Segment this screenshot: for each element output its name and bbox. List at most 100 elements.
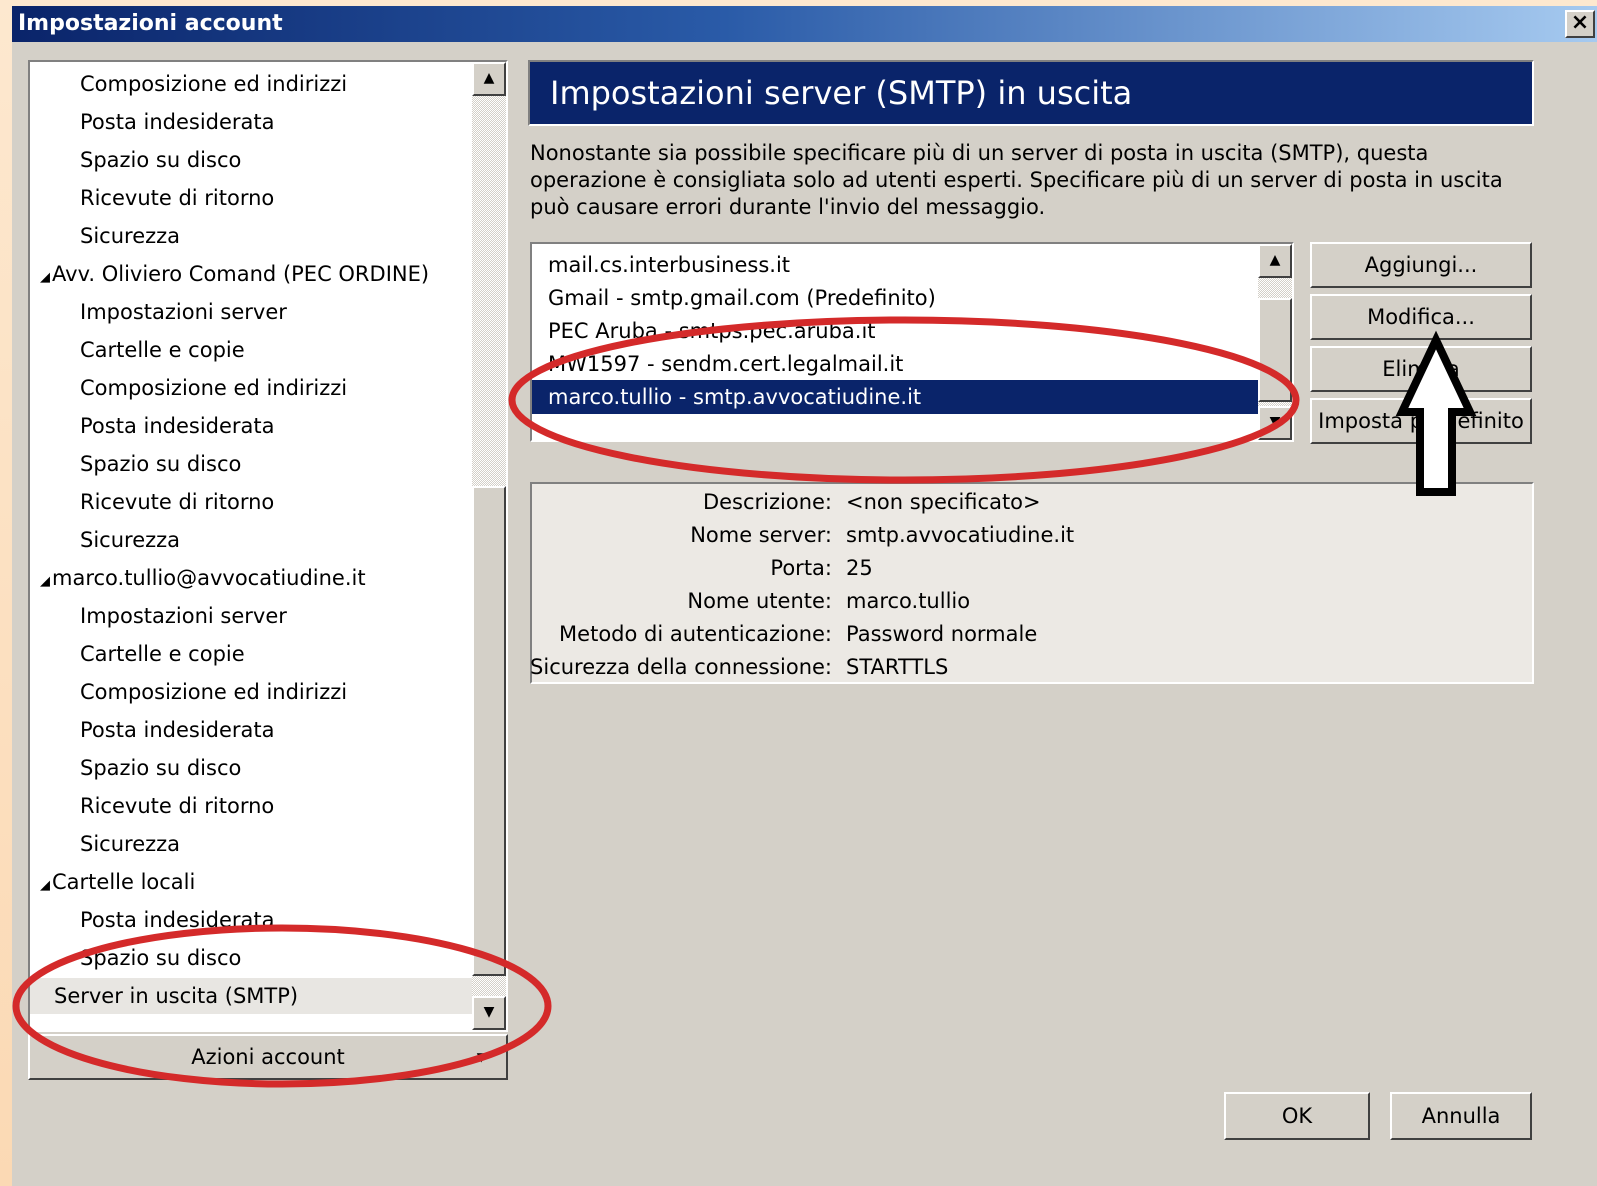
tree-item-label: Sicurezza [80,528,181,552]
smtp-server-list[interactable]: marco.tullio - smtp.avvocatiudine.it MW15… [530,242,1294,442]
tree-item-label: Composizione ed indirizzi [80,376,348,400]
tree-item[interactable]: Sicurezza [80,218,180,254]
tree-item-outgoing-server[interactable]: Server in uscita (SMTP) [30,978,472,1014]
detail-value: <non specificato> [846,490,1041,514]
list-scroll-down-button[interactable]: ▼ [1258,406,1292,440]
set-default-button[interactable]: Imposta predefinito [1310,398,1532,444]
list-scroll-thumb[interactable] [1258,298,1292,402]
cancel-button[interactable]: Annulla [1390,1092,1532,1140]
tree-item-label: Sicurezza [80,832,181,856]
detail-label: Descrizione: [702,490,832,514]
chevron-down-icon: ▼ [476,1050,486,1064]
expand-triangle-icon[interactable]: ◢ [40,878,50,893]
detail-value: STARTTLS [846,655,949,679]
tree-item[interactable]: Cartelle e copie [80,332,245,368]
list-scroll-up-button[interactable]: ▲ [1258,244,1292,278]
scroll-down-button[interactable]: ▼ [472,996,506,1030]
close-button[interactable]: × [1565,10,1595,38]
tree-item-label: Posta indesiderata [80,718,275,742]
panel-title: Impostazioni server (SMTP) in uscita [528,60,1534,126]
tree-item-label: marco.tullio@avvocatiudine.it [52,566,366,590]
add-server-button[interactable]: Aggiungi... [1310,242,1532,288]
detail-value: smtp.avvocatiudine.it [846,523,1075,547]
tree-item-label: Posta indesiderata [80,908,275,932]
tree-item-label: Cartelle locali [52,870,196,894]
account-tree[interactable]: Server in uscita (SMTP) Spazio su disco Po… [28,60,508,1032]
server-list-row[interactable]: Gmail - smtp.gmail.com (Predefinito) [532,281,1260,315]
tree-item-label: Posta indesiderata [80,110,275,134]
tree-item-label: Server in uscita (SMTP) [54,984,299,1008]
account-actions-label: Azioni account [191,1045,345,1069]
tree-item-label: Composizione ed indirizzi [80,680,348,704]
detail-value: 25 [846,556,873,580]
title-bar: Impostazioni account × [12,6,1597,42]
tree-item-label: Cartelle e copie [80,642,245,666]
detail-label: Metodo di autenticazione: [559,622,832,646]
tree-account-node[interactable]: ◢Avv. Oliviero Comand (PEC ORDINE) [40,256,429,292]
scroll-up-button[interactable]: ▲ [472,62,506,96]
detail-label: Porta: [770,556,832,580]
tree-item[interactable]: Composizione ed indirizzi [80,66,347,102]
tree-item-label: Avv. Oliviero Comand (PEC ORDINE) [52,262,430,286]
tree-item-label: Spazio su disco [80,946,242,970]
tree-item-label: Posta indesiderata [80,414,275,438]
server-list-row[interactable]: MW1597 - sendm.cert.legalmail.it [532,347,1260,381]
remove-server-button[interactable]: Elimina [1310,346,1532,392]
edit-server-button[interactable]: Modifica... [1310,294,1532,340]
tree-item-label: Sicurezza [80,224,181,248]
ok-button[interactable]: OK [1224,1092,1370,1140]
detail-label: Nome utente: [687,589,832,613]
server-details-panel: Descrizione: <non specificato> Nome server… [530,482,1534,684]
expand-triangle-icon[interactable]: ◢ [40,574,50,589]
tree-item[interactable]: Ricevute di ritorno [80,484,274,520]
tree-item[interactable]: Sicurezza [80,826,180,862]
scroll-thumb[interactable] [472,486,506,976]
detail-row: Nome server: smtp.avvocatiudine.it [532,519,1532,551]
server-list-row[interactable]: mail.cs.interbusiness.it [532,248,1260,282]
tree-account-node[interactable]: ◢marco.tullio@avvocatiudine.it [40,560,366,596]
tree-item[interactable]: Posta indesiderata [80,104,275,140]
tree-item-label: Impostazioni server [80,300,287,324]
tree-item[interactable]: Posta indesiderata [80,712,275,748]
detail-value: Password normale [846,622,1038,646]
detail-row: Porta: 25 [532,552,1532,584]
tree-item[interactable]: Impostazioni server [80,294,287,330]
detail-label: Sicurezza della connessione: [530,655,832,679]
server-list-row[interactable]: PEC Aruba - smtps.pec.aruba.it [532,314,1260,348]
tree-item[interactable]: Composizione ed indirizzi [80,370,347,406]
server-list-row[interactable]: marco.tullio - smtp.avvocatiudine.it [532,380,1260,414]
tree-item-label: Spazio su disco [80,148,242,172]
detail-value: marco.tullio [846,589,971,613]
tree-item[interactable]: Composizione ed indirizzi [80,674,347,710]
tree-item[interactable]: Spazio su disco [80,940,241,976]
tree-item[interactable]: Spazio su disco [80,750,241,786]
detail-row: Descrizione: <non specificato> [532,486,1532,518]
tree-item-label: Ricevute di ritorno [80,490,275,514]
tree-item[interactable]: Sicurezza [80,522,180,558]
tree-item[interactable]: Posta indesiderata [80,902,275,938]
account-actions-button[interactable]: Azioni account ▼ [28,1034,508,1080]
panel-description: Nonostante sia possibile specificare più… [530,141,1503,219]
tree-item[interactable]: Spazio su disco [80,142,241,178]
tree-item[interactable]: Ricevute di ritorno [80,180,274,216]
tree-item-label: Spazio su disco [80,452,242,476]
tree-item[interactable]: Spazio su disco [80,446,241,482]
detail-row: Metodo di autenticazione: Password normal… [532,618,1532,650]
detail-label: Nome server: [690,523,832,547]
window-title: Impostazioni account [18,11,283,36]
expand-triangle-icon[interactable]: ◢ [40,270,50,285]
tree-item[interactable]: Ricevute di ritorno [80,788,274,824]
detail-row: Nome utente: marco.tullio [532,585,1532,617]
tree-item-label: Spazio su disco [80,756,242,780]
tree-item[interactable]: Cartelle e copie [80,636,245,672]
tree-item-label: Composizione ed indirizzi [80,72,348,96]
tree-item-label: Impostazioni server [80,604,287,628]
detail-row: Sicurezza della connessione: STARTTLS [530,651,1532,683]
tree-account-node[interactable]: ◢Cartelle locali [40,864,195,900]
tree-item[interactable]: Impostazioni server [80,598,287,634]
tree-scrollbar[interactable]: ▲ ▼ [472,62,506,1030]
tree-item-label: Ricevute di ritorno [80,186,275,210]
tree-item-label: Cartelle e copie [80,338,245,362]
tree-item[interactable]: Posta indesiderata [80,408,275,444]
server-list-scrollbar[interactable]: ▲ ▼ [1258,244,1292,440]
